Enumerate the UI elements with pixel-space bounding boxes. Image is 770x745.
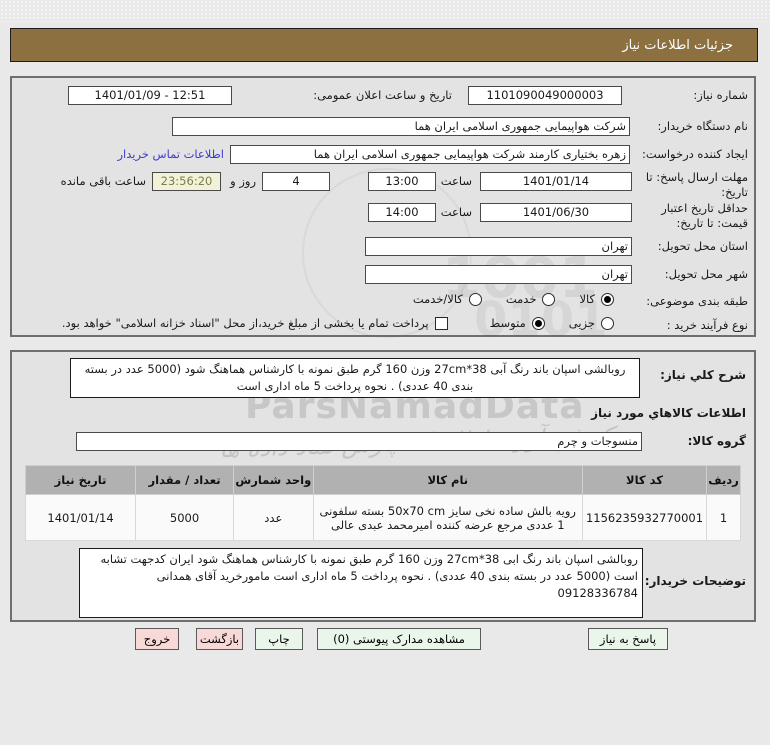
cell-need-date: 1401/01/14 (24, 494, 137, 541)
reply-to-need-button[interactable]: پاسخ به نیاز (588, 628, 668, 650)
radio-goods-service-label: کالا/خدمت (412, 292, 463, 306)
radio-medium[interactable] (531, 316, 545, 330)
top-texture-strip (0, 0, 770, 22)
buyer-org-field[interactable]: شرکت هواپیمایی جمهوری اسلامی ایران هما (172, 117, 630, 136)
treasury-checkbox-label: پرداخت تمام یا بخشی از مبلغ خرید،از محل … (61, 316, 429, 330)
radio-goods-label: کالا (579, 292, 595, 306)
hours-remaining-label: ساعت باقی مانده (60, 174, 146, 188)
delivery-city-label: شهر محل تحویل: (664, 267, 748, 281)
price-validity-label: حداقل تاریخ اعتبار قیمت: تا تاریخ: (661, 201, 748, 230)
buyer-notes-box: روبالشی اسپان باند رنگ ابی 38*27cm وزن 1… (79, 548, 643, 618)
delivery-province-label: استان محل تحویل: (657, 239, 748, 253)
cell-quantity: 5000 (135, 494, 235, 541)
col-need-date: تاریخ نیاز (24, 465, 137, 495)
cell-goods-code: 1156235932770001 (581, 494, 708, 541)
deadline-time-field[interactable]: 13:00 (368, 172, 436, 191)
validity-time-field[interactable]: 14:00 (368, 203, 436, 222)
classification-label: طبقه بندی موضوعی: (646, 294, 748, 308)
validity-hour-label: ساعت (440, 205, 472, 219)
deadline-hour-label: ساعت (440, 174, 472, 188)
goods-table: ردیف کد کالا نام کالا واحد شمارش تعداد /… (24, 465, 741, 541)
buyer-notes-label: توضیحات خریدار: (644, 574, 746, 588)
purchase-process-options: جزیی متوسط پرداخت تمام یا بخشی از مبلغ خ… (62, 316, 614, 330)
goods-group-field[interactable]: منسوجات و چرم (76, 432, 642, 451)
need-number-label: شماره نیاز: (693, 88, 748, 102)
radio-service-label: خدمت (505, 292, 537, 306)
need-number-field[interactable]: 1101090049000003 (468, 86, 622, 105)
validity-date-field[interactable]: 1401/06/30 (480, 203, 632, 222)
view-attached-docs-button[interactable]: مشاهده مدارک پیوستی (0) (317, 628, 481, 650)
exit-button[interactable]: خروج (135, 628, 179, 650)
radio-medium-label: متوسط (489, 316, 526, 330)
days-remaining-field: 4 (262, 172, 330, 191)
announce-datetime-field[interactable]: 1401/01/09 - 12:51 (68, 86, 232, 105)
cell-unit: عدد (233, 494, 314, 541)
request-creator-label: ایجاد کننده درخواست: (642, 147, 748, 161)
delivery-city-field[interactable]: تهران (365, 265, 632, 284)
col-unit: واحد شمارش (233, 465, 314, 495)
col-goods-name: نام کالا (312, 465, 583, 495)
radio-partial[interactable] (601, 316, 614, 330)
goods-info-header: اطلاعات کالاهاي مورد نیاز (591, 406, 746, 420)
radio-goods[interactable] (601, 292, 614, 306)
radio-partial-label: جزیی (568, 316, 595, 330)
buyer-contact-link[interactable]: اطلاعات تماس خریدار (117, 145, 224, 164)
request-creator-field[interactable]: زهره بختیاری کارمند شرکت هواپیمایی جمهور… (230, 145, 630, 164)
delivery-province-field[interactable]: تهران (365, 237, 632, 256)
radio-goods-service[interactable] (468, 292, 482, 306)
need-details-panel: شرح کلي نیاز: روبالشی اسپان باند رنگ آبی… (10, 350, 756, 622)
page-title: جزئیات اطلاعات نیاز (622, 37, 733, 53)
goods-group-label: گروه کالا: (687, 434, 746, 448)
days-and-label: روز و (230, 174, 256, 188)
goods-table-row: 1 1156235932770001 رویه بالش ساده نخی سا… (24, 494, 741, 541)
page: { "title_bar": { "title": "جزئیات اطلاعا… (0, 0, 770, 745)
back-button[interactable]: بازگشت (196, 628, 243, 650)
cell-row-number: 1 (706, 494, 741, 541)
need-description-label: شرح کلي نیاز: (660, 368, 746, 382)
countdown-field: 23:56:20 (152, 172, 221, 191)
cell-goods-name: رویه بالش ساده نخی سایز 50x70 cm بسته سل… (312, 494, 583, 541)
classification-options: کالا خدمت کالا/خدمت (413, 292, 614, 306)
deadline-date-field[interactable]: 1401/01/14 (480, 172, 632, 191)
print-button[interactable]: چاپ (255, 628, 303, 650)
treasury-checkbox[interactable] (434, 316, 448, 330)
purchase-process-label: نوع فرآیند خرید : (666, 318, 748, 332)
response-deadline-label: مهلت ارسال پاسخ: تا تاریخ: (645, 170, 748, 199)
col-quantity: تعداد / مقدار (135, 465, 235, 495)
buyer-org-label: نام دستگاه خریدار: (657, 119, 748, 133)
goods-table-header-row: ردیف کد کالا نام کالا واحد شمارش تعداد /… (24, 465, 741, 495)
radio-service[interactable] (542, 292, 556, 306)
col-row-number: ردیف (706, 465, 741, 495)
col-goods-code: کد کالا (581, 465, 708, 495)
need-description-box: روبالشی اسپان باند رنگ آبی 38*27cm وزن 1… (70, 358, 640, 398)
announce-datetime-label: تاریخ و ساعت اعلان عمومی: (313, 88, 452, 102)
page-title-bar: جزئیات اطلاعات نیاز (10, 28, 758, 62)
need-summary-panel: 1001 0101 شماره نیاز: 1101090049000003 ت… (10, 76, 756, 348)
